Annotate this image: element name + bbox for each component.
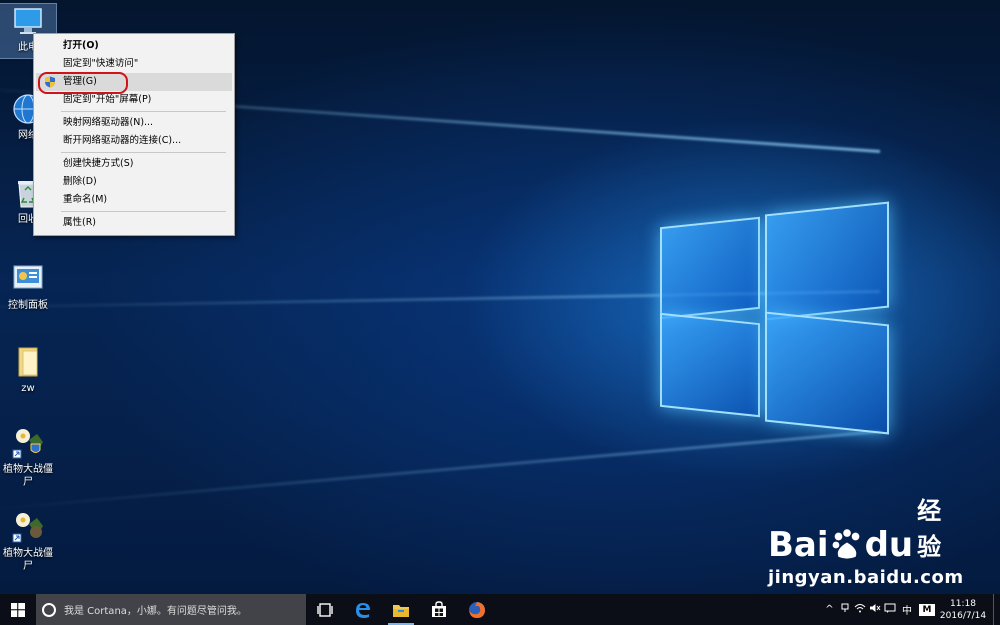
menu-separator: [61, 211, 226, 212]
menu-item-label: 打开(O): [63, 40, 99, 51]
task-view-icon: [317, 602, 333, 617]
desktop-icon-game-shortcut[interactable]: 植物大战僵尸: [0, 426, 56, 489]
annotation-highlight-ring: [38, 72, 128, 94]
usb-device-icon[interactable]: [837, 603, 852, 616]
clock-time: 11:18: [950, 598, 976, 609]
cortana-icon: [42, 602, 56, 617]
menu-item-properties[interactable]: 属性(R): [36, 214, 232, 232]
menu-item-delete[interactable]: 删除(D): [36, 173, 232, 191]
menu-item-disconnect-network-drive[interactable]: 断开网络驱动器的连接(C)...: [36, 132, 232, 150]
desktop-icon-control-panel[interactable]: 控制面板: [0, 262, 56, 312]
desktop-icon-label: 控制面板: [8, 300, 48, 311]
system-tray: ^ 中 M 11:18 2016/7/14: [822, 594, 1000, 625]
desktop-icon-label: zw: [21, 383, 35, 394]
edge-icon: [356, 602, 370, 618]
menu-item-label: 创建快捷方式(S): [63, 158, 134, 169]
store-icon: [432, 601, 446, 617]
menu-item-label: 重命名(M): [63, 194, 108, 205]
menu-item-open[interactable]: 打开(O): [36, 37, 232, 55]
menu-item-label: 固定到"开始"屏幕(P): [63, 94, 152, 105]
menu-separator: [61, 152, 226, 153]
menu-item-label: 映射网络驱动器(N)...: [63, 117, 154, 128]
watermark-suffix: 经验: [917, 497, 942, 561]
task-view-button[interactable]: [306, 594, 344, 625]
taskbar: 我是 Cortana，小娜。有问题尽管问我。 ^ 中 M 11:18 2016/…: [0, 594, 1000, 625]
menu-item-create-shortcut[interactable]: 创建快捷方式(S): [36, 155, 232, 173]
firefox-icon: [469, 601, 485, 618]
taskbar-clock[interactable]: 11:18 2016/7/14: [937, 598, 989, 622]
start-button[interactable]: [0, 594, 36, 625]
watermark-url: jingyan.baidu.com: [768, 567, 964, 588]
search-placeholder: 我是 Cortana，小娜。有问题尽管问我。: [64, 606, 247, 617]
watermark-brand-suffix: du: [864, 525, 914, 565]
menu-item-rename[interactable]: 重命名(M): [36, 191, 232, 209]
game-shortcut-icon: [12, 429, 43, 459]
firefox-taskbar-button[interactable]: [458, 594, 496, 625]
paw-logo: [832, 529, 859, 559]
windows-start-icon: [11, 602, 25, 617]
desktop-icon-label: 植物大战僵尸: [3, 548, 53, 572]
ime-mode-indicator[interactable]: M: [919, 603, 935, 616]
folder-icon: [18, 347, 38, 377]
show-desktop-button[interactable]: [993, 594, 1000, 625]
ime-language-indicator[interactable]: 中: [897, 602, 917, 617]
store-taskbar-button[interactable]: [420, 594, 458, 625]
menu-item-label: 属性(R): [63, 217, 97, 228]
clock-date: 2016/7/14: [939, 610, 987, 621]
watermark-brand: Bai: [768, 525, 829, 565]
light-beam: [0, 430, 881, 512]
cortana-search-box[interactable]: 我是 Cortana，小娜。有问题尽管问我。: [36, 594, 306, 625]
file-explorer-taskbar-button[interactable]: [382, 594, 420, 625]
file-explorer-icon: [393, 604, 409, 617]
volume-icon[interactable]: [867, 603, 882, 616]
network-icon[interactable]: [852, 603, 867, 616]
control-panel-icon: [13, 265, 43, 289]
desktop-icon-label: 植物大战僵尸: [3, 464, 53, 488]
menu-separator: [61, 111, 226, 112]
menu-item-label: 固定到"快速访问": [63, 58, 139, 69]
edge-taskbar-button[interactable]: [344, 594, 382, 625]
chevron-up-icon[interactable]: ^: [822, 604, 837, 615]
menu-item-label: 删除(D): [63, 176, 97, 187]
desktop-icon-folder-zw[interactable]: zw: [0, 345, 56, 395]
context-menu: 打开(O) 固定到"快速访问" 管理(G) 固定到"开始"屏幕(P) 映射网络驱…: [33, 33, 235, 236]
menu-item-label: 断开网络驱动器的连接(C)...: [63, 135, 182, 146]
game-shortcut-icon: [12, 513, 43, 543]
baidu-jingyan-watermark: Bai du 经验 jingyan.baidu.com: [768, 497, 963, 605]
menu-item-map-network-drive[interactable]: 映射网络驱动器(N)...: [36, 114, 232, 132]
desktop-icon-game-shortcut[interactable]: 植物大战僵尸: [0, 510, 56, 573]
desktop-background[interactable]: 此电 网络 回收 控制面板 zw 植物大战僵尸 植物大战僵尸 打开(O) 固定到…: [0, 0, 1000, 625]
menu-item-pin-quick-access[interactable]: 固定到"快速访问": [36, 55, 232, 73]
action-center-icon[interactable]: [882, 603, 897, 617]
